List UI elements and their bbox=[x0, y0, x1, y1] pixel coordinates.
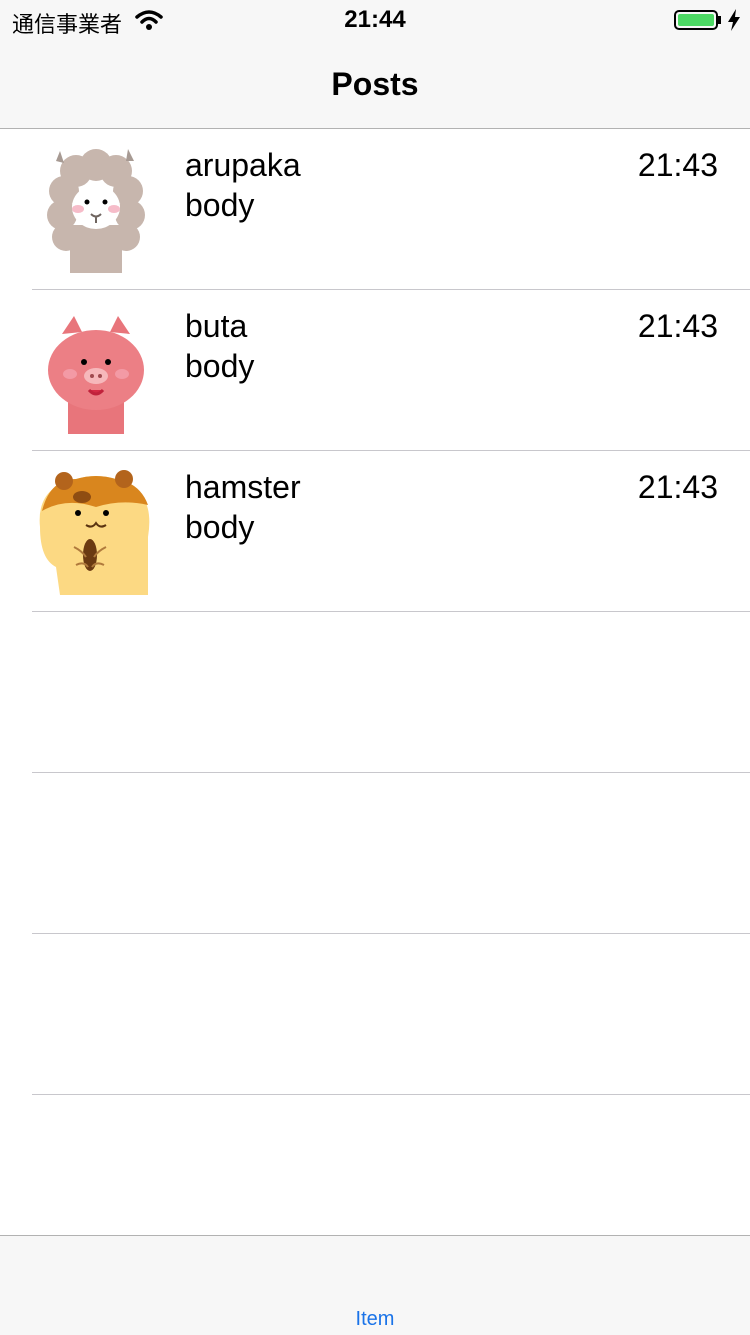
posts-table[interactable]: arupaka body 21:43 buta body 21:43 hamst… bbox=[0, 129, 750, 1235]
battery-icon bbox=[674, 10, 721, 30]
post-name: arupaka bbox=[185, 147, 301, 183]
post-name: buta bbox=[185, 308, 248, 344]
status-bar: 通信事業者 21:44 bbox=[0, 0, 750, 40]
post-time: 21:43 bbox=[637, 147, 718, 183]
tab-item[interactable]: Item bbox=[0, 1308, 750, 1331]
table-row[interactable]: hamster body 21:43 bbox=[32, 451, 750, 612]
tab-bar: Item bbox=[0, 1235, 750, 1335]
post-time: 21:43 bbox=[637, 308, 718, 344]
empty-row bbox=[32, 612, 750, 773]
post-body: body bbox=[185, 187, 255, 223]
table-row[interactable]: arupaka body 21:43 bbox=[32, 129, 750, 290]
empty-row bbox=[32, 773, 750, 934]
post-time: 21:43 bbox=[637, 469, 718, 505]
post-name: hamster bbox=[185, 469, 301, 505]
charging-bolt-icon bbox=[728, 9, 740, 31]
status-time: 21:44 bbox=[344, 6, 406, 33]
table-row[interactable]: buta body 21:43 bbox=[32, 290, 750, 451]
pig-icon bbox=[48, 316, 144, 434]
hamster-icon bbox=[39, 470, 150, 595]
page-title: Posts bbox=[331, 66, 419, 102]
alpaca-icon bbox=[47, 149, 145, 273]
post-body: body bbox=[185, 509, 255, 545]
empty-row bbox=[32, 934, 750, 1095]
navigation-bar: Posts bbox=[0, 40, 750, 129]
post-body: body bbox=[185, 348, 255, 384]
